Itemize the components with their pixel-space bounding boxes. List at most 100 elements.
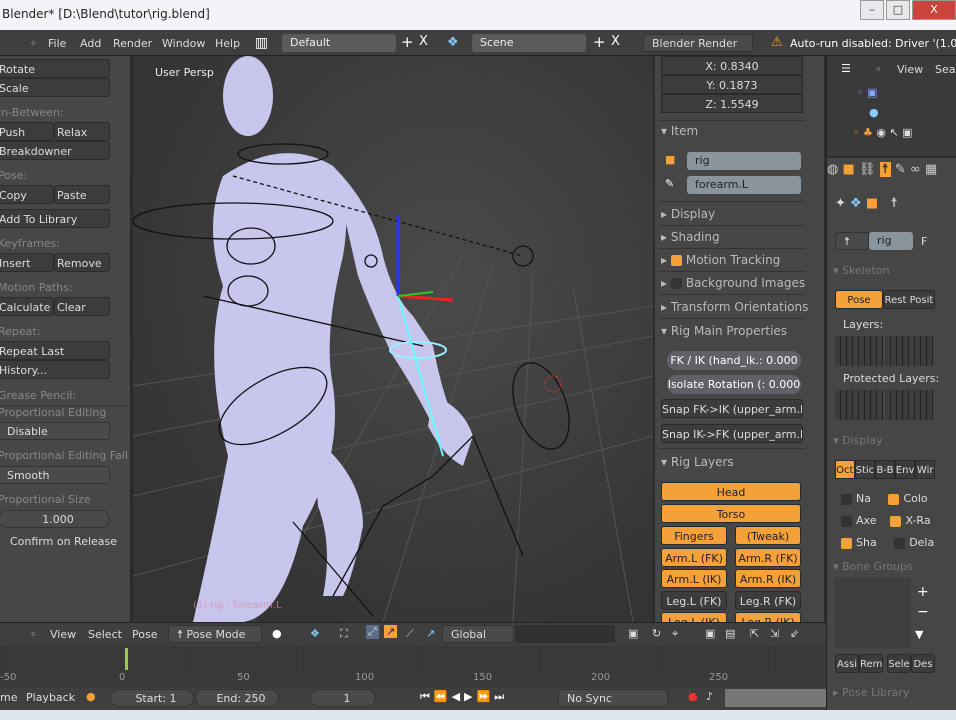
shapes-checkbox[interactable]: Sha xyxy=(856,536,877,549)
delete-layout-button[interactable]: X xyxy=(419,34,428,49)
current-frame-marker[interactable] xyxy=(125,648,128,670)
snap-ik-fk-button[interactable]: Snap IK->FK (upper_arm.L) xyxy=(661,424,803,443)
rig-layer-toggle[interactable]: Arm.R (FK) xyxy=(735,547,801,567)
add-bone-group-button[interactable]: + xyxy=(917,584,929,600)
rotate-button[interactable]: Rotate xyxy=(0,59,110,78)
proportional-editing-dropdown[interactable]: Disable xyxy=(0,422,110,440)
paste-flipped-icon[interactable]: ⇙ xyxy=(790,627,799,640)
transform-orientation-icon[interactable]: ↗ xyxy=(426,627,435,640)
rig-layer-toggle[interactable]: Arm.L (IK) xyxy=(661,569,727,588)
rig-object-row[interactable]: ◦ ♣ ◉ ↖ ▣ xyxy=(853,126,913,139)
remove-button[interactable]: Rem xyxy=(859,654,883,673)
rig-layer-toggle[interactable]: Leg.R (FK) xyxy=(735,590,801,610)
rest-position-button[interactable]: Rest Posit xyxy=(883,290,935,309)
scene-icon[interactable]: ❖ xyxy=(447,35,459,50)
protected-layers-right[interactable] xyxy=(885,390,933,420)
rig-layers-header[interactable]: ▾ Rig Layers xyxy=(661,455,734,469)
names-checkbox[interactable]: Na xyxy=(856,492,871,505)
fk-ik-slider[interactable]: FK / IK (hand_ik.: 0.000 xyxy=(667,351,801,370)
timeline[interactable]: -50 0 50 100 150 200 250 xyxy=(0,646,826,688)
delete-scene-button[interactable]: X xyxy=(611,34,620,49)
outliner-search-menu[interactable]: Sea xyxy=(935,63,956,76)
start-frame-field[interactable]: Start: 1 xyxy=(110,689,194,707)
close-button[interactable]: X xyxy=(912,0,956,20)
proportional-icon[interactable]: ↻ xyxy=(652,627,661,640)
isolate-rotation-slider[interactable]: Isolate Rotation (: 0.000 xyxy=(667,375,801,394)
world-icon[interactable]: ● xyxy=(869,106,879,119)
bone-group-specials-button[interactable]: ▼ xyxy=(915,628,923,641)
playback-controls[interactable]: ⏮⏪◀▶⏩⏭ xyxy=(420,690,508,704)
rig-layer-toggle[interactable]: Arm.R (IK) xyxy=(735,569,801,588)
scale-button[interactable]: Scale xyxy=(0,78,110,97)
object-name-field[interactable]: rig xyxy=(687,152,801,170)
editor-type-icon[interactable]: ☰ xyxy=(841,62,851,75)
translate-manipulator-icon[interactable]: ⤢ xyxy=(366,625,379,639)
layer-buttons[interactable] xyxy=(515,625,615,643)
rig-layer-toggle[interactable]: Leg.L (FK) xyxy=(661,590,727,610)
add-scene-button[interactable]: + xyxy=(593,33,606,51)
display-type-option[interactable]: Env xyxy=(894,460,916,479)
snap-fk-ik-button[interactable]: Snap FK->IK (upper_arm.L) xyxy=(661,399,803,418)
pivot-dropdown[interactable]: ❖ xyxy=(310,627,320,640)
screen-layout-icon[interactable]: ▥ xyxy=(255,35,268,51)
layers-grid-left[interactable] xyxy=(835,336,883,366)
render-layers-icon[interactable]: ◦ ▣ xyxy=(857,86,877,99)
keying-icon[interactable]: ● xyxy=(86,690,96,703)
transform-orientations-panel-header[interactable]: ▸ Transform Orientations xyxy=(661,300,808,314)
armature-name-field[interactable]: rig xyxy=(869,232,913,250)
xray-checkbox[interactable]: X-Ra xyxy=(905,514,930,527)
pose-library-panel-header[interactable]: ▸ Pose Library xyxy=(833,686,909,699)
render-anim-icon[interactable]: ▤ xyxy=(725,627,735,640)
shading-dropdown[interactable]: ● xyxy=(272,627,282,640)
skeleton-panel-header[interactable]: ▾ Skeleton xyxy=(833,264,890,277)
properties-tabs[interactable]: ◍ ■ ⛓ ☨ ✎ ∞ ▦ xyxy=(827,162,956,184)
motion-tracking-panel-header[interactable]: ▸ Motion Tracking xyxy=(661,253,780,267)
constraints-tab-icon[interactable]: ⛓ xyxy=(859,162,876,177)
display-type-option[interactable]: Stic xyxy=(854,460,876,479)
layers-grid-right[interactable] xyxy=(885,336,933,366)
scene-tab-icon[interactable]: ◍ xyxy=(827,162,838,177)
location-x-field[interactable]: X: 0.8340 xyxy=(661,56,803,75)
texture-tab-icon[interactable]: ▦ xyxy=(925,162,937,177)
bone-tab-icon[interactable]: ✎ xyxy=(895,162,906,177)
armature-datablock-icon[interactable]: ☨ xyxy=(835,232,869,250)
end-frame-field[interactable]: End: 250 xyxy=(195,689,279,707)
render-icon[interactable]: ▣ xyxy=(705,627,715,640)
rig-main-properties-header[interactable]: ▾ Rig Main Properties xyxy=(661,324,787,338)
protected-layers-left[interactable] xyxy=(835,390,883,420)
record-button[interactable]: ● xyxy=(688,690,698,703)
add-to-library-button[interactable]: Add To Library xyxy=(0,209,110,228)
history-button[interactable]: History... xyxy=(0,360,110,379)
rig-layer-toggle[interactable]: Torso xyxy=(661,504,801,523)
item-panel-header[interactable]: ▾ Item xyxy=(661,124,698,138)
scale-manipulator-icon[interactable]: ⟋ xyxy=(406,627,414,641)
pin-icon[interactable]: ✦ xyxy=(835,196,846,211)
keying-set-field[interactable] xyxy=(725,689,826,707)
assign-button[interactable]: Assi xyxy=(835,654,859,673)
display-panel-header[interactable]: ▾ Display xyxy=(833,434,883,447)
add-layout-button[interactable]: + xyxy=(401,33,414,51)
colors-checkbox[interactable]: Colo xyxy=(903,492,927,505)
remove-bone-group-button[interactable]: − xyxy=(917,604,929,620)
snap-icon[interactable]: ⌖ xyxy=(672,627,678,641)
confirm-on-release-checkbox[interactable]: Confirm on Release xyxy=(10,535,117,548)
proportional-size-field[interactable]: 1.000 xyxy=(0,510,110,528)
rig-layer-toggle[interactable]: Head xyxy=(661,482,801,501)
display-type-option[interactable]: B-B xyxy=(875,460,895,479)
manipulator-toggle[interactable]: ⛶ xyxy=(340,627,348,641)
breakdowner-button[interactable]: Breakdowner xyxy=(0,141,110,160)
shading-panel-header[interactable]: ▸ Shading xyxy=(661,230,720,244)
layout-field[interactable]: Default xyxy=(282,34,396,52)
display-type-option[interactable]: Wir xyxy=(915,460,935,479)
insert-keyframe-button[interactable]: Insert xyxy=(0,253,54,272)
copy-pose-icon[interactable]: ⇱ xyxy=(750,627,759,640)
rig-layer-toggle[interactable]: (Tweak) xyxy=(735,526,801,545)
sync-dropdown[interactable]: No Sync xyxy=(558,689,668,707)
push-button[interactable]: Push xyxy=(0,122,54,141)
relax-button[interactable]: Relax xyxy=(54,122,110,141)
background-images-panel-header[interactable]: ▸ Background Images xyxy=(661,276,805,290)
bone-constraint-tab-icon[interactable]: ∞ xyxy=(910,162,921,177)
display-type-selector[interactable]: Oct Stic B-B Env Wir xyxy=(835,460,935,479)
object-tab-icon[interactable]: ■ xyxy=(842,162,854,177)
menu-window[interactable]: Window xyxy=(162,37,205,50)
